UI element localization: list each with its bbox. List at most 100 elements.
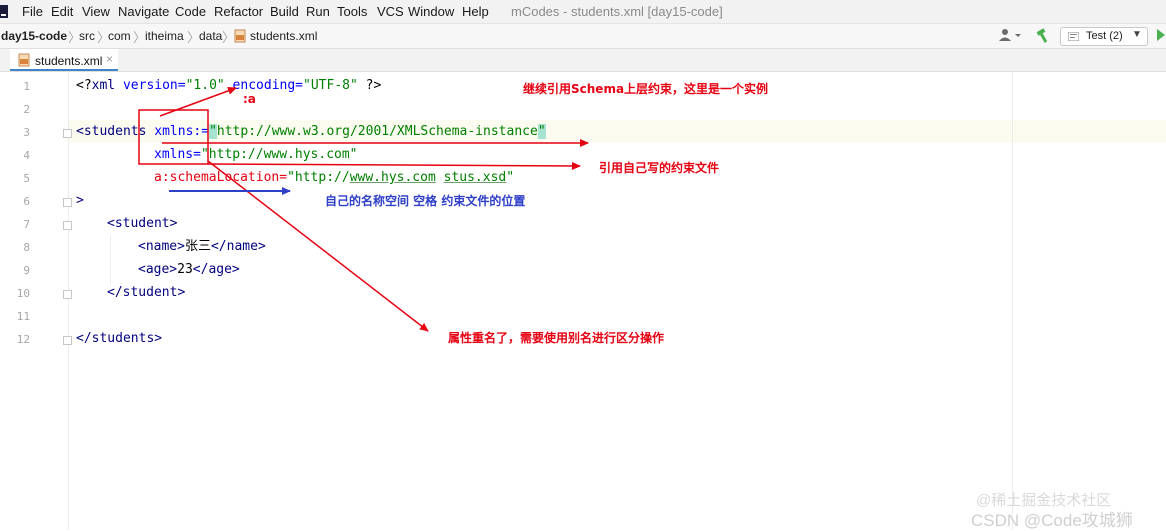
line-number: 8 <box>23 241 30 254</box>
line-number: 5 <box>23 172 30 185</box>
token: stus.xsd <box>443 170 507 185</box>
chevron-down-icon: ▼ <box>1132 29 1142 40</box>
token: ?> <box>357 78 382 93</box>
token: a:schemaLocation= <box>154 170 288 185</box>
close-icon[interactable]: × <box>106 52 113 66</box>
tab-students-xml[interactable]: students.xml × <box>10 49 118 71</box>
token: 23 <box>177 262 193 277</box>
right-margin-guide <box>1012 72 1013 530</box>
token: > <box>76 193 84 208</box>
annotation-note: 引用自己写的约束文件 <box>599 161 720 175</box>
annotation-label-a: :a <box>243 92 256 106</box>
token: xml <box>91 78 116 93</box>
fold-marker-icon[interactable] <box>63 336 72 345</box>
token: www.hys.com <box>349 170 436 185</box>
token: <students <box>76 124 147 139</box>
token: " <box>209 124 217 139</box>
menu-file[interactable]: File <box>22 4 43 19</box>
line-number: 4 <box>23 149 30 162</box>
breadcrumb-data[interactable]: data <box>199 29 222 43</box>
xml-file-icon <box>234 29 246 43</box>
editor-gutter: 1 2 3 4 5 6 7 8 9 10 11 12 <box>0 72 69 530</box>
editor-tab-bar: students.xml × <box>0 49 1166 72</box>
line-number: 11 <box>16 310 30 323</box>
code-line: </students> <box>76 331 162 347</box>
menu-code[interactable]: Code <box>175 4 206 19</box>
annotation-note: 自己的名称空间 空格 约束文件的位置 <box>325 194 526 208</box>
line-number: 1 <box>23 80 30 93</box>
fold-marker-icon[interactable] <box>63 290 72 299</box>
token: 张三 <box>184 239 211 254</box>
code-line: <name>张三</name> <box>138 239 266 255</box>
build-hammer-icon[interactable] <box>1035 28 1051 43</box>
user-icon[interactable] <box>998 28 1022 42</box>
token: version= <box>115 78 186 93</box>
line-number: 2 <box>23 103 30 116</box>
token: xmlns= <box>154 147 201 162</box>
line-number: 10 <box>16 287 30 300</box>
token: <? <box>76 78 92 93</box>
token: xmlns: <box>146 124 202 139</box>
line-number: 7 <box>23 218 30 231</box>
token: = <box>201 124 210 139</box>
xml-file-icon <box>18 53 30 67</box>
menu-bar: File Edit View Navigate Code Refactor Bu… <box>0 0 1166 24</box>
line-number: 6 <box>23 195 30 208</box>
code-line: <students xmlns:="http://www.w3.org/2001… <box>76 124 546 140</box>
token: "1.0" <box>185 78 225 93</box>
token: <age> <box>138 262 178 277</box>
token: encoding= <box>224 78 304 93</box>
token: <student> <box>107 216 178 231</box>
breadcrumb-com[interactable]: com <box>108 29 131 43</box>
run-config-dropdown[interactable]: Test (2) ▼ <box>1060 27 1148 46</box>
token: " <box>537 124 546 139</box>
token: <name> <box>138 239 185 254</box>
code-line: xmlns="http://www.hys.com" <box>154 147 358 163</box>
menu-edit[interactable]: Edit <box>51 4 73 19</box>
breadcrumb-project[interactable]: day15-code <box>1 29 67 43</box>
annotation-arrow <box>207 161 581 170</box>
token: "http://www.hys.com" <box>200 147 358 162</box>
menu-build[interactable]: Build <box>270 4 299 19</box>
run-config-icon <box>1068 32 1079 41</box>
token: </students> <box>76 331 163 346</box>
tab-label: students.xml <box>35 54 103 68</box>
menu-tools[interactable]: Tools <box>337 4 367 19</box>
fold-marker-icon[interactable] <box>63 221 72 230</box>
token: http://www.w3.org/2001/XMLSchema-instanc… <box>216 124 538 139</box>
menu-run[interactable]: Run <box>306 4 330 19</box>
line-number: 3 <box>23 126 30 139</box>
navigation-bar: day15-code 〉 src 〉 com 〉 itheima 〉 data … <box>0 24 1166 49</box>
fold-marker-icon[interactable] <box>63 129 72 138</box>
code-line: > <box>76 193 84 209</box>
breadcrumb-src[interactable]: src <box>79 29 95 43</box>
window-title: mCodes - students.xml [day15-code] <box>511 4 723 19</box>
annotation-note: 继续引用Schema上层约束，这里是一个实例 <box>523 82 769 96</box>
token: " <box>506 170 515 185</box>
token: </age> <box>192 262 240 277</box>
menu-view[interactable]: View <box>82 4 110 19</box>
menu-vcs[interactable]: VCS <box>377 4 404 19</box>
line-number: 9 <box>23 264 30 277</box>
breadcrumb-itheima[interactable]: itheima <box>145 29 184 43</box>
menu-refactor[interactable]: Refactor <box>214 4 263 19</box>
menu-help[interactable]: Help <box>462 4 489 19</box>
code-line: <student> <box>107 216 177 232</box>
token: </student> <box>107 285 186 300</box>
menu-window[interactable]: Window <box>408 4 454 19</box>
indent-guide <box>110 235 111 285</box>
run-icon[interactable] <box>1156 28 1166 42</box>
token: "http:// <box>287 170 350 185</box>
token: "UTF-8" <box>303 78 358 93</box>
watermark: CSDN @Code攻城狮 <box>971 511 1133 530</box>
line-number: 12 <box>16 333 30 346</box>
token: </name> <box>210 239 266 254</box>
annotation-note: 属性重名了，需要使用别名进行区分操作 <box>448 331 665 345</box>
code-line: </student> <box>107 285 185 301</box>
run-config-label: Test (2) <box>1086 30 1123 42</box>
breadcrumb-file[interactable]: students.xml <box>250 29 317 43</box>
fold-marker-icon[interactable] <box>63 198 72 207</box>
menu-navigate[interactable]: Navigate <box>118 4 169 19</box>
code-line: a:schemaLocation="http://www.hys.com stu… <box>154 170 514 186</box>
